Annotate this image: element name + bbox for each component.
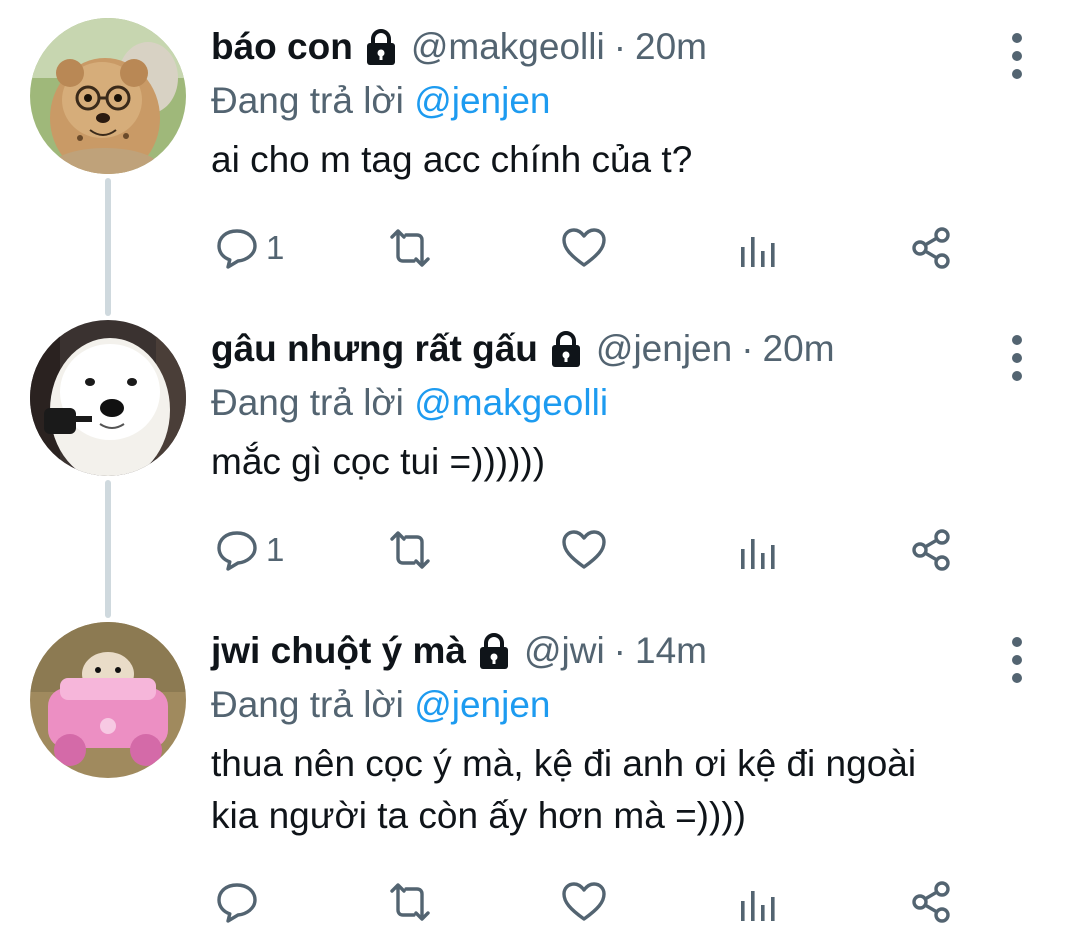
- replying-to: Đang trả lời @jenjen: [211, 76, 990, 126]
- replying-to: Đang trả lời @jenjen: [211, 680, 990, 730]
- tweet-actions: 1: [0, 520, 1080, 580]
- replying-prefix: Đang trả lời: [211, 80, 404, 121]
- lock-icon: [474, 631, 514, 671]
- reply-count: 1: [266, 531, 285, 568]
- display-name[interactable]: jwi chuột ý mà: [211, 622, 466, 680]
- tweet-content: báo con @makgeolli · 20m Đang trả lời @j…: [211, 18, 990, 186]
- lock-icon: [546, 329, 586, 369]
- analytics-button[interactable]: [738, 872, 778, 932]
- like-icon: [560, 527, 608, 573]
- mention-link[interactable]: @makgeolli: [414, 382, 608, 423]
- separator: ·: [613, 26, 627, 67]
- display-name[interactable]: gâu nhưng rất gấu: [211, 320, 538, 378]
- replying-prefix: Đang trả lời: [211, 382, 404, 423]
- like-button[interactable]: [560, 520, 608, 580]
- mention-link[interactable]: @jenjen: [414, 684, 550, 725]
- mention-link[interactable]: @jenjen: [414, 80, 550, 121]
- tweet-header: báo con @makgeolli · 20m: [211, 18, 990, 76]
- display-name[interactable]: báo con: [211, 18, 353, 76]
- analytics-icon: [738, 225, 778, 271]
- share-icon: [908, 527, 954, 573]
- reply-count: 1: [266, 229, 285, 266]
- tweet[interactable]: gâu nhưng rất gấu @jenjen · 20m Đang trả…: [0, 320, 1080, 600]
- timestamp[interactable]: 20m: [763, 320, 835, 378]
- like-button[interactable]: [560, 872, 608, 932]
- tweet-content: gâu nhưng rất gấu @jenjen · 20m Đang trả…: [211, 320, 990, 488]
- timestamp[interactable]: 14m: [635, 622, 707, 680]
- avatar[interactable]: [30, 18, 186, 174]
- timestamp[interactable]: 20m: [635, 18, 707, 76]
- reply-icon: [214, 225, 260, 271]
- tweet-header: gâu nhưng rất gấu @jenjen · 20m: [211, 320, 990, 378]
- tweet[interactable]: báo con @makgeolli · 20m Đang trả lời @j…: [0, 18, 1080, 298]
- tweet[interactable]: jwi chuột ý mà @jwi · 14m Đang trả lời @…: [0, 622, 1080, 937]
- tweet-header: jwi chuột ý mà @jwi · 14m: [211, 622, 990, 680]
- tweet-actions: 1: [0, 218, 1080, 278]
- like-button[interactable]: [560, 218, 608, 278]
- more-vertical-icon[interactable]: [1002, 330, 1032, 386]
- more-vertical-icon[interactable]: [1002, 28, 1032, 84]
- retweet-icon: [384, 527, 436, 573]
- replying-prefix: Đang trả lời: [211, 684, 404, 725]
- tweet-text-line: kia người ta còn ấy hơn mà =)))): [211, 795, 746, 836]
- tweet-text: thua nên cọc ý mà, kệ đi anh ơi kệ đi ng…: [211, 738, 990, 842]
- analytics-icon: [738, 527, 778, 573]
- replying-to: Đang trả lời @makgeolli: [211, 378, 990, 428]
- tweet-content: jwi chuột ý mà @jwi · 14m Đang trả lời @…: [211, 622, 990, 842]
- separator: ·: [613, 630, 626, 671]
- user-handle[interactable]: @makgeolli: [411, 18, 605, 76]
- share-icon: [908, 879, 954, 925]
- avatar[interactable]: [30, 622, 186, 778]
- tweet-text: ai cho m tag acc chính của t?: [211, 139, 693, 180]
- lock-icon: [361, 27, 401, 67]
- share-icon: [908, 225, 954, 271]
- user-handle[interactable]: @jenjen: [596, 320, 732, 378]
- share-button[interactable]: [908, 218, 954, 278]
- tweet-text: mắc gì cọc tui =)))))): [211, 441, 546, 482]
- reply-icon: [214, 879, 260, 925]
- share-button[interactable]: [908, 872, 954, 932]
- like-icon: [560, 879, 608, 925]
- share-button[interactable]: [908, 520, 954, 580]
- like-icon: [560, 225, 608, 271]
- analytics-button[interactable]: [738, 520, 778, 580]
- tweet-text-line: thua nên cọc ý mà, kệ đi anh ơi kệ đi ng…: [211, 743, 917, 784]
- analytics-icon: [738, 879, 778, 925]
- reply-icon: [214, 527, 260, 573]
- separator: ·: [741, 328, 754, 369]
- reply-button[interactable]: [214, 872, 266, 932]
- analytics-button[interactable]: [738, 218, 778, 278]
- reply-button[interactable]: 1: [214, 520, 284, 580]
- avatar[interactable]: [30, 320, 186, 476]
- reply-button[interactable]: 1: [214, 218, 284, 278]
- retweet-icon: [384, 879, 436, 925]
- retweet-button[interactable]: [384, 218, 436, 278]
- retweet-button[interactable]: [384, 872, 436, 932]
- retweet-button[interactable]: [384, 520, 436, 580]
- more-vertical-icon[interactable]: [1002, 632, 1032, 688]
- tweet-actions: [0, 872, 1080, 932]
- user-handle[interactable]: @jwi: [524, 622, 605, 680]
- retweet-icon: [384, 225, 436, 271]
